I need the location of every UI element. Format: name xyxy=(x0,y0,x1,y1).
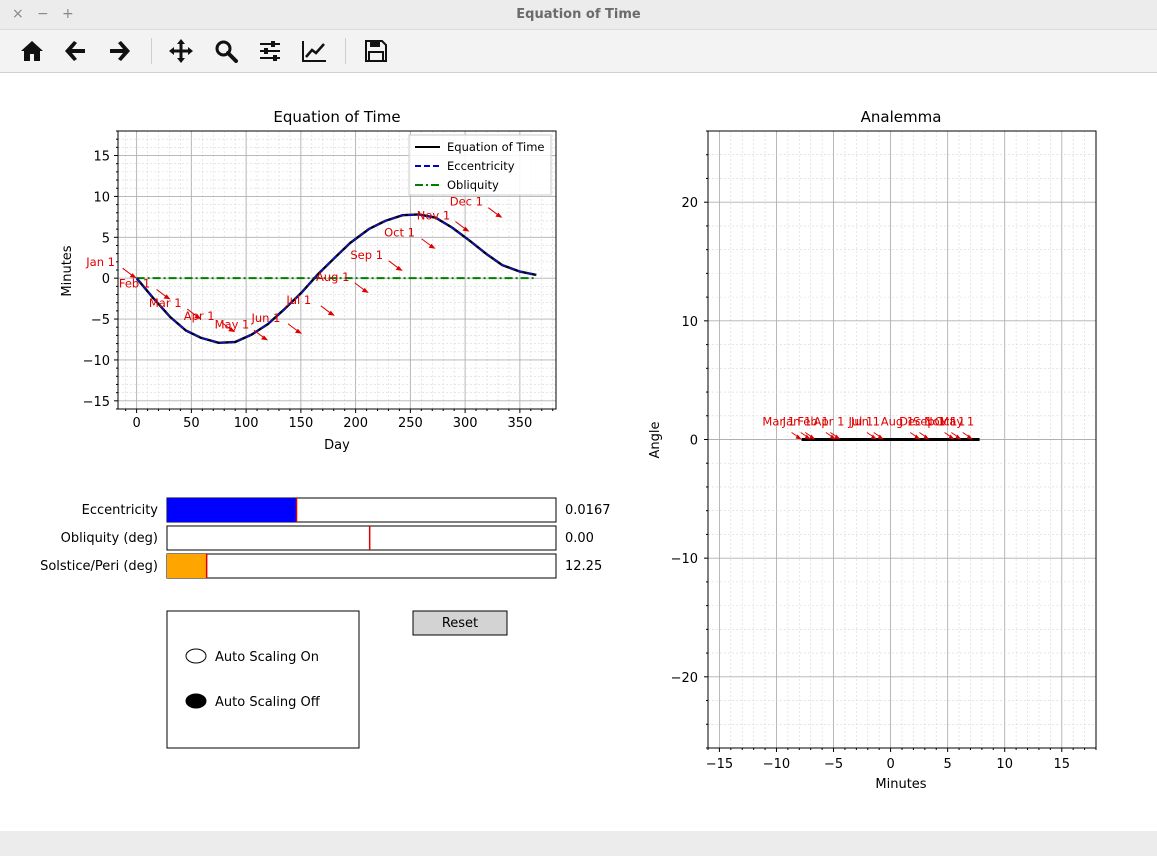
y-tick-label: −5 xyxy=(91,313,110,328)
y-tick-label: 0 xyxy=(690,434,698,449)
month-annotation: Jun 1 xyxy=(250,311,280,325)
x-tick-label: −15 xyxy=(706,757,733,772)
x-tick-label: 350 xyxy=(507,416,532,431)
y-axis-label: Angle xyxy=(648,422,663,459)
y-tick-label: 10 xyxy=(681,315,698,330)
toolbar-separator xyxy=(151,38,152,64)
analemma-chart: −15 −10 −5 0 5 10 15−20−1001020 Mar 1Jan 1Feb … xyxy=(648,108,1097,792)
auto-scaling-radio-group: Auto Scaling On Auto Scaling Off xyxy=(166,610,360,749)
x-tick-label: 50 xyxy=(183,416,200,431)
slider-eccentricity[interactable]: Eccentricity 0.0167 xyxy=(82,497,611,523)
x-tick-label: 250 xyxy=(398,416,423,431)
slider-obliquity[interactable]: Obliquity (deg) 0.00 xyxy=(61,525,594,551)
x-tick-label: 10 xyxy=(996,757,1013,772)
y-tick-label: 15 xyxy=(93,150,110,165)
chart-legend: Equation of Time Eccentricity Obliquity xyxy=(408,134,552,196)
slider-label: Obliquity (deg) xyxy=(61,531,158,546)
slider-track[interactable] xyxy=(166,553,557,579)
pan-icon[interactable] xyxy=(165,35,197,67)
month-annotation: Aug 1 xyxy=(316,270,349,284)
chart-title: Analemma xyxy=(861,108,942,126)
toolbar xyxy=(0,30,1157,73)
x-tick-label: −5 xyxy=(824,757,843,772)
y-tick-label: 5 xyxy=(102,231,110,246)
x-tick-label: 0 xyxy=(132,416,140,431)
month-annotation: Sep 1 xyxy=(350,248,383,262)
y-tick-label: −10 xyxy=(671,552,698,567)
x-tick-label: 300 xyxy=(453,416,478,431)
month-annotation: Jun 1 xyxy=(850,415,880,429)
slider-label: Solstice/Peri (deg) xyxy=(40,559,158,574)
month-annotation: Jan 1 xyxy=(85,255,115,269)
month-annotation: Apr 1 xyxy=(814,415,845,429)
slider-track[interactable] xyxy=(166,525,557,551)
edit-curves-icon[interactable] xyxy=(298,35,330,67)
radio-label: Auto Scaling On xyxy=(215,650,319,665)
slider-fill xyxy=(167,554,207,578)
month-annotation: Mar 1 xyxy=(149,296,182,310)
slider-fill xyxy=(167,498,297,522)
x-axis-label: Minutes xyxy=(875,777,926,792)
y-axis-label: Minutes xyxy=(60,245,75,296)
figure-canvas: 0 50 100 150 200 250 300 350−15−10−5051015 Jan … xyxy=(40,108,1097,792)
x-tick-label: 5 xyxy=(944,757,952,772)
legend-label: Eccentricity xyxy=(447,159,515,173)
y-tick-label: −20 xyxy=(671,671,698,686)
month-annotation: Dec 1 xyxy=(450,195,483,209)
toolbar-separator xyxy=(345,38,346,64)
x-tick-label: 100 xyxy=(234,416,259,431)
month-annotation: Apr 1 xyxy=(184,309,215,323)
x-axis-label: Day xyxy=(324,438,350,453)
month-annotation: Jul 1 xyxy=(285,293,311,307)
y-tick-label: 20 xyxy=(681,196,698,211)
y-tick-label: 0 xyxy=(102,272,110,287)
reset-button[interactable]: Reset xyxy=(412,610,508,636)
x-tick-label: 15 xyxy=(1053,757,1070,772)
window-title: Equation of Time xyxy=(516,7,641,22)
legend-label: Obliquity xyxy=(447,178,499,192)
y-tick-label: −15 xyxy=(83,395,110,410)
y-tick-label: 10 xyxy=(93,190,110,205)
month-annotation: Nov 1 xyxy=(417,209,450,223)
equation-of-time-chart: 0 50 100 150 200 250 300 350 −15 −10 −5 0 5 10 15 Jan … xyxy=(60,108,557,453)
month-annotation: Feb 1 xyxy=(119,276,150,290)
slider-value: 0.00 xyxy=(565,531,594,546)
radio-circle[interactable] xyxy=(185,648,207,664)
x-tick-label: 200 xyxy=(343,416,368,431)
slider-value: 0.0167 xyxy=(565,503,611,518)
x-tick-label: 150 xyxy=(288,416,313,431)
month-annotation: Oct 1 xyxy=(384,226,415,240)
month-annotation: May 1 xyxy=(939,415,974,429)
slider-value: 12.25 xyxy=(565,559,602,574)
legend-label: Equation of Time xyxy=(447,140,544,154)
title-bar: × − + Equation of Time xyxy=(0,0,1157,30)
zoom-icon[interactable] xyxy=(210,35,242,67)
slider-solstice-peri[interactable]: Solstice/Peri (deg) 12.25 xyxy=(40,553,602,579)
x-tick-label: 0 xyxy=(886,757,894,772)
chart-title: Equation of Time xyxy=(273,108,400,126)
x-tick-label: −10 xyxy=(763,757,790,772)
save-icon[interactable] xyxy=(360,35,392,67)
radio-circle[interactable] xyxy=(185,693,207,709)
back-arrow-icon[interactable] xyxy=(60,35,92,67)
slider-label: Eccentricity xyxy=(82,503,159,518)
month-annotation: May 1 xyxy=(215,317,250,331)
forward-arrow-icon[interactable] xyxy=(103,35,135,67)
status-bar xyxy=(0,831,1157,856)
radio-label: Auto Scaling Off xyxy=(215,695,321,710)
configure-subplots-icon[interactable] xyxy=(254,35,286,67)
reset-button-label: Reset xyxy=(442,616,478,631)
y-tick-label: −10 xyxy=(83,354,110,369)
home-icon[interactable] xyxy=(16,35,48,67)
